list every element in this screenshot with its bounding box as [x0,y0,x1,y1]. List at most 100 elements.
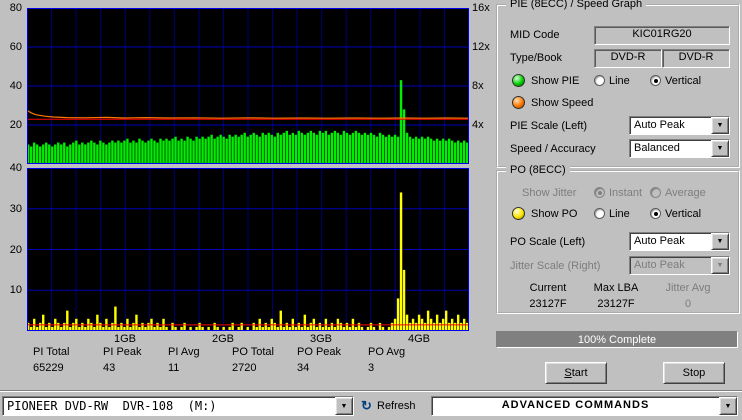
advanced-commands-value: ADVANCED COMMANDS [501,399,650,411]
pie-scale-label: PIE Scale (Left) [510,120,588,132]
current-value: 23127F [529,298,567,310]
po-group: PO (8ECC) Show Jitter Instant Average Sh… [496,164,740,314]
pie-axis-tick: 40 [9,80,22,92]
max-lba-label: Max LBA [593,282,639,294]
pie-speed-group: PIE (8ECC) / Speed Graph MID Code KIC01R… [496,0,740,168]
bottom-separator [0,390,742,392]
stat-po-peak: PO Peak 34 [297,346,357,374]
jitter-avg: Jitter Avg 0 [656,282,720,310]
jitter-instant-label: Instant [609,187,643,199]
stat-label: PI Avg [168,346,200,358]
pie-line-radio[interactable] [594,75,605,86]
show-po-label[interactable]: Show PO [531,208,577,220]
pie-legend-icon [512,74,525,87]
x-axis-tick: 1GB [113,333,136,345]
stat-value: 3 [368,362,375,374]
progress-fill: 100% Complete [497,332,737,347]
stat-po-avg: PO Avg 3 [368,346,426,374]
drive-selector-value: PIONEER DVD-RW DVR-108 (M:) [7,399,217,413]
po-scale-value: Auto Peak [634,235,685,247]
jitter-scale-select: Auto Peak ▼ [629,256,730,275]
mid-code-label: MID Code [510,29,560,41]
max-lba: Max LBA 23127F [584,282,648,310]
speed-accuracy-select[interactable]: Balanced ▼ [629,139,730,158]
po-vertical-label[interactable]: Vertical [665,208,701,220]
stat-value: 2720 [232,362,257,374]
po-axis-tick: 40 [9,162,22,174]
chevron-down-icon[interactable]: ▼ [719,397,737,415]
stop-button-label: Stop [682,367,706,379]
jitter-instant-radio [594,187,605,198]
x-axis-tick: 4GB [407,333,430,345]
x-axis-tick: 3GB [309,333,332,345]
jitter-average-label: Average [665,187,706,199]
pie-vertical-label[interactable]: Vertical [665,75,701,87]
po-axis-tick: 30 [9,203,22,215]
current-lba: Current 23127F [516,282,580,310]
po-line-label[interactable]: Line [609,208,630,220]
start-button[interactable]: Start [545,362,607,384]
stat-label: PO Avg [368,346,406,358]
advanced-commands-selector[interactable]: ADVANCED COMMANDS ▼ [431,396,738,416]
max-lba-value: 23127F [597,298,635,310]
show-speed-label[interactable]: Show Speed [531,97,593,109]
po-axis-tick: 20 [9,244,22,256]
po-legend-icon [512,207,525,220]
scan-app-window: 80 60 40 20 16x 12x 8x 4x 40 30 20 10 1G… [0,0,742,420]
speed-accuracy-value: Balanced [634,142,680,154]
po-line-radio[interactable] [594,208,605,219]
chevron-down-icon: ▼ [711,257,729,274]
refresh-icon[interactable]: ↻ [361,398,372,414]
stat-pi-total: PI Total 65229 [33,346,97,374]
pie-vertical-radio[interactable] [650,75,661,86]
jitter-scale-label: Jitter Scale (Right) [510,260,601,272]
stat-label: PI Peak [103,346,142,358]
show-jitter-label: Show Jitter [522,187,577,199]
stat-po-total: PO Total 2720 [232,346,292,374]
chevron-down-icon[interactable]: ▼ [711,233,729,250]
pie-speed-graph [27,8,469,164]
x-axis-tick: 2GB [211,333,234,345]
po-scale-label: PO Scale (Left) [510,236,586,248]
refresh-label[interactable]: Refresh [377,400,416,412]
pie-axis-tick: 80 [9,2,22,14]
stat-value: 43 [103,362,116,374]
stat-value: 65229 [33,362,64,374]
current-label: Current [529,282,567,294]
jitter-avg-label: Jitter Avg [665,282,711,294]
po-scale-select[interactable]: Auto Peak ▼ [629,232,730,251]
drive-selector[interactable]: PIONEER DVD-RW DVR-108 (M:) ▼ [2,396,354,416]
chevron-down-icon[interactable]: ▼ [711,117,729,134]
progress-text: 100% Complete [577,333,657,346]
pie-group-title: PIE (8ECC) / Speed Graph [506,0,647,10]
speed-accuracy-label: Speed / Accuracy [510,143,596,155]
pie-line-label[interactable]: Line [609,75,630,87]
show-pie-label[interactable]: Show PIE [531,75,579,87]
mid-code-value: KIC01RG20 [594,26,730,45]
jitter-average-radio [650,187,661,198]
po-vertical-radio[interactable] [650,208,661,219]
stat-value: 11 [168,362,180,374]
type-book-label: Type/Book [510,52,562,64]
stat-pi-peak: PI Peak 43 [103,346,163,374]
speed-legend-icon [512,96,525,109]
jitter-scale-value: Auto Peak [634,259,685,271]
chevron-down-icon[interactable]: ▼ [711,140,729,157]
pie-axis-tick: 60 [9,41,22,53]
stat-value: 34 [297,362,310,374]
chevron-down-icon[interactable]: ▼ [335,397,353,415]
pie-scale-select[interactable]: Auto Peak ▼ [629,116,730,135]
pie-scale-value: Auto Peak [634,119,685,131]
po-group-title: PO (8ECC) [506,164,570,176]
stat-label: PO Peak [297,346,342,358]
stat-label: PO Total [232,346,274,358]
stat-label: PI Total [33,346,70,358]
start-button-label: Start [564,367,588,379]
progress-bar: 100% Complete [496,331,738,348]
type-book-value-1: DVD-R [594,49,662,68]
stop-button[interactable]: Stop [663,362,725,384]
pie-axis-tick: 20 [9,119,22,131]
jitter-avg-value: 0 [684,298,692,310]
po-graph [27,168,469,331]
stat-pi-avg: PI Avg 11 [168,346,226,374]
